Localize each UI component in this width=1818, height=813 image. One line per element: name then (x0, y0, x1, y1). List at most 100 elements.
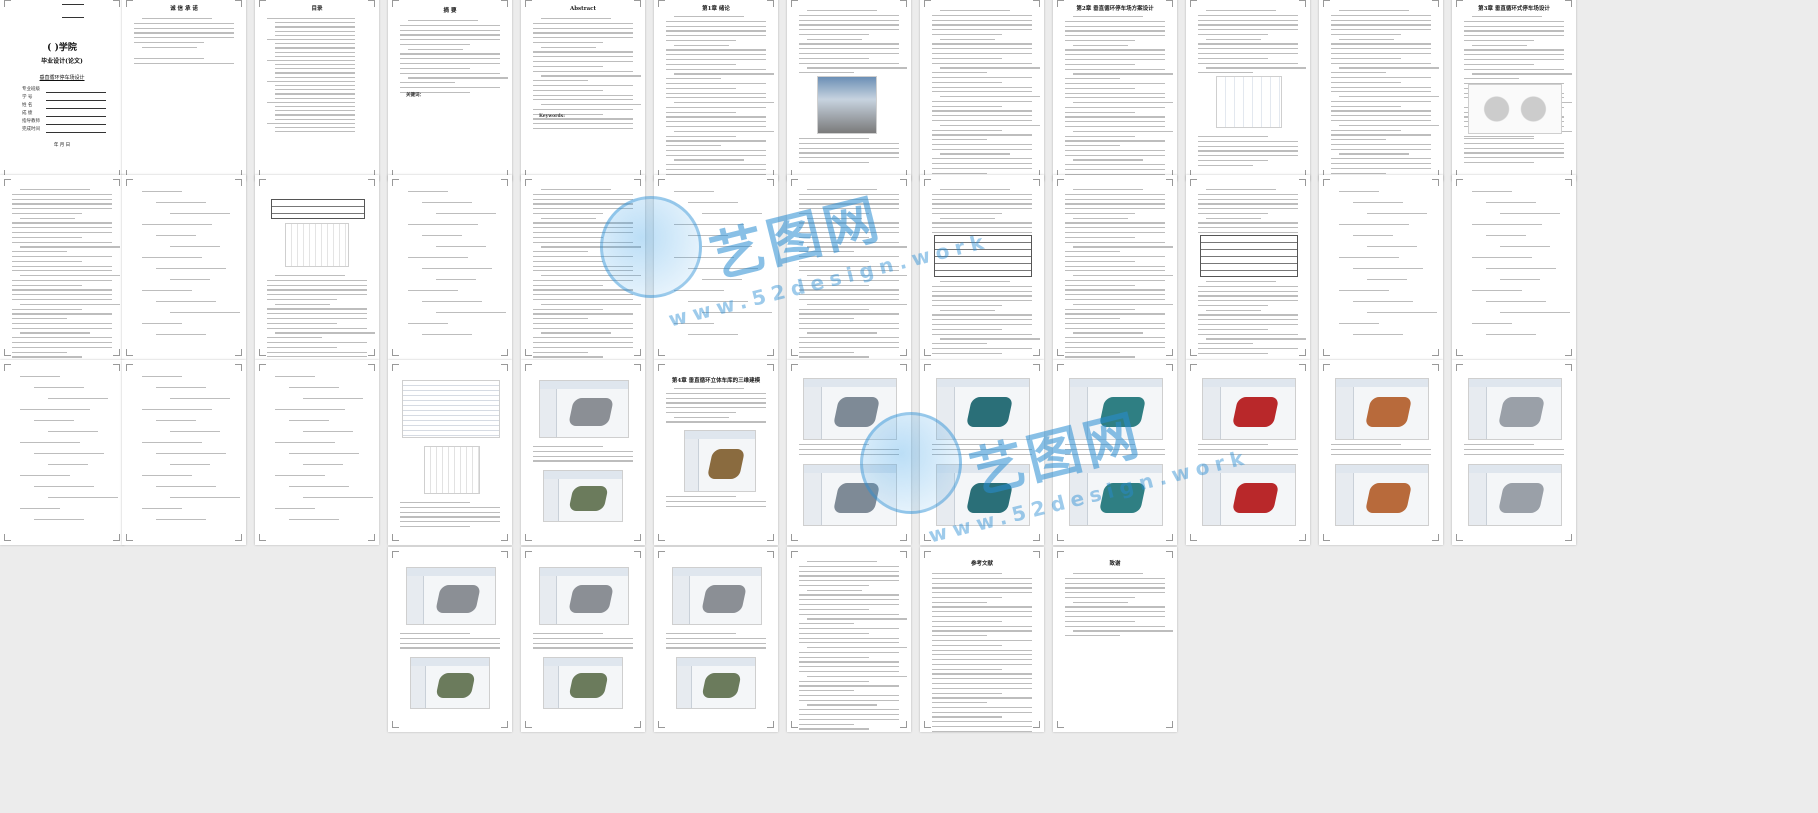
formula-line (170, 497, 240, 499)
document-page: 参考文献 (920, 547, 1044, 732)
text-line (799, 351, 854, 353)
text-line (674, 130, 774, 132)
text-line (932, 649, 1032, 651)
toc-entry (275, 105, 355, 108)
text-line (940, 189, 1010, 191)
crop-mark (126, 364, 133, 371)
document-page (1186, 360, 1310, 545)
document-page (920, 0, 1044, 181)
cad-screenshot (1202, 464, 1296, 526)
cad-sidebar (804, 387, 822, 439)
text-line (533, 227, 633, 229)
cad-sidebar (1203, 387, 1221, 439)
cad-screenshot (543, 470, 623, 522)
text-line (807, 589, 862, 591)
formula-line (275, 376, 315, 378)
text-line (932, 654, 1032, 656)
text-line (932, 663, 1032, 666)
text-line (932, 678, 1032, 680)
text-line (932, 193, 1032, 195)
text-line (533, 108, 633, 111)
text-line (400, 29, 500, 31)
text-line (1339, 10, 1409, 12)
formula-line (48, 497, 118, 499)
text-lines (1331, 444, 1431, 458)
formula-line (1353, 268, 1423, 270)
text-line (666, 500, 766, 502)
text-line (1065, 298, 1165, 301)
formula-line (48, 431, 98, 433)
toc-entry (275, 47, 355, 49)
document-page (920, 175, 1044, 360)
toc-entry (275, 114, 355, 116)
text-line (1339, 153, 1409, 155)
toc-entry (267, 38, 355, 41)
text-line (799, 236, 869, 238)
formula-line (156, 334, 206, 336)
text-line (932, 601, 987, 603)
text-line (932, 143, 1032, 146)
crop-mark (1432, 534, 1439, 541)
text-line (1198, 347, 1298, 350)
text-line (799, 157, 899, 159)
text-line (799, 694, 899, 697)
toc-entry (275, 30, 355, 32)
text-line (932, 48, 1032, 50)
text-line (1198, 285, 1298, 287)
text-lines (1198, 136, 1298, 169)
text-line (666, 154, 766, 156)
formula-line (702, 279, 742, 281)
text-line (12, 227, 112, 229)
text-line (400, 516, 500, 518)
formula-line (142, 323, 182, 325)
text-line (12, 318, 67, 320)
document-page (1319, 0, 1443, 181)
crop-mark (1323, 0, 1330, 7)
document-page: 摘 要关键词： (388, 0, 512, 181)
document-page (388, 175, 512, 360)
text-line (799, 72, 854, 74)
formula-line (688, 334, 738, 336)
crop-mark (1323, 534, 1330, 541)
cad-screenshot (672, 567, 762, 625)
text-line (932, 319, 1032, 321)
formula-line (422, 235, 462, 237)
gear-drawing (1468, 84, 1562, 134)
text-line (400, 67, 470, 69)
text-line (666, 402, 766, 404)
text-lines (799, 10, 907, 77)
document-page (255, 175, 379, 360)
text-line (940, 217, 995, 219)
text-lines (1065, 573, 1173, 640)
text-line (1331, 19, 1431, 21)
text-line (799, 138, 869, 140)
text-line (940, 124, 1040, 126)
text-lines (799, 444, 899, 458)
text-line (799, 661, 899, 663)
text-line (932, 212, 1002, 215)
text-line (666, 68, 766, 70)
text-line (1073, 189, 1143, 191)
text-line (799, 690, 854, 692)
text-line (533, 289, 633, 291)
text-line (1464, 39, 1534, 42)
text-line (1065, 212, 1135, 215)
text-line (1065, 39, 1135, 42)
crop-mark (259, 534, 266, 541)
text-line (533, 642, 633, 644)
text-line (134, 22, 234, 24)
text-line (533, 80, 588, 82)
text-line (533, 232, 633, 234)
text-line (799, 322, 899, 325)
text-line (1198, 150, 1298, 152)
text-line (1065, 193, 1165, 195)
text-line (940, 309, 995, 311)
text-line (400, 502, 470, 504)
text-line (275, 303, 330, 305)
text-line (932, 625, 1032, 627)
text-line (932, 606, 1032, 608)
cad-screenshot (543, 657, 623, 709)
cad-screenshot (1202, 378, 1296, 440)
text-line (932, 304, 1002, 307)
text-line (1073, 332, 1143, 334)
